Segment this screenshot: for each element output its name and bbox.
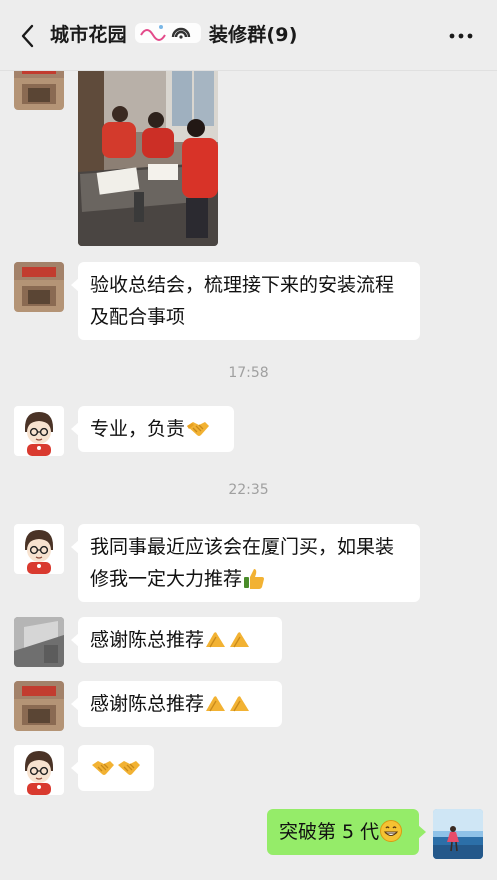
avatar-cartoon[interactable]	[14, 406, 64, 456]
chat-header: 城市花园 装修群(9)	[0, 0, 497, 71]
clap-icon	[206, 696, 250, 712]
meeting-photo[interactable]	[78, 62, 218, 246]
avatar-cartoon[interactable]	[14, 874, 64, 880]
my-avatar[interactable]	[433, 809, 483, 859]
avatar-gray-room[interactable]	[14, 617, 64, 667]
chat-title-right: 装修群(9)	[208, 24, 298, 46]
message-bubble[interactable]	[71, 745, 154, 791]
grin-icon	[380, 820, 403, 842]
thumbs-up-icon	[244, 569, 265, 589]
message-bubble[interactable]: 感谢陈总推荐	[71, 681, 282, 727]
title-redaction-sticker	[133, 21, 203, 43]
avatar-company[interactable]	[14, 262, 64, 312]
message-text: 感谢陈总推荐	[90, 693, 205, 715]
avatar-cartoon[interactable]	[14, 745, 64, 795]
clap-icon	[206, 632, 250, 648]
back-button[interactable]	[14, 20, 40, 52]
handshake-icon	[118, 761, 140, 775]
avatar-cartoon[interactable]	[14, 524, 64, 574]
handshake-icon	[187, 422, 210, 436]
chevron-left-icon	[21, 24, 34, 48]
message-bubble[interactable]: 专业，负责	[71, 406, 234, 452]
message-text: 专业，负责	[90, 418, 186, 440]
chat-screen: 城市花园 装修群(9) 验收总结会，梳理接下来的安装流程及配合事项 17:58 …	[0, 0, 497, 880]
more-options-button[interactable]	[445, 24, 477, 48]
timestamp: 22:35	[228, 482, 269, 498]
message-bubble[interactable]: 验收总结会，梳理接下来的安装流程及配合事项	[71, 262, 420, 340]
message-bubble[interactable]: 我同事最近应该会在厦门买，如果装修我一定大力推荐	[71, 524, 420, 602]
message-text: 验收总结会，梳理接下来的安装流程及配合事项	[90, 274, 395, 328]
handshake-icon	[92, 761, 114, 775]
timestamp: 17:58	[228, 365, 269, 381]
message-text: 突破第 5 代	[279, 821, 380, 843]
message-bubble[interactable]: 感谢陈总推荐	[71, 617, 282, 663]
my-message-bubble[interactable]: 突破第 5 代	[267, 809, 426, 855]
more-dots-icon	[449, 33, 473, 39]
avatar-company[interactable]	[14, 681, 64, 731]
message-text: 感谢陈总推荐	[90, 629, 205, 651]
chat-title: 城市花园 装修群(9)	[50, 20, 298, 47]
chat-title-left: 城市花园	[50, 24, 127, 46]
